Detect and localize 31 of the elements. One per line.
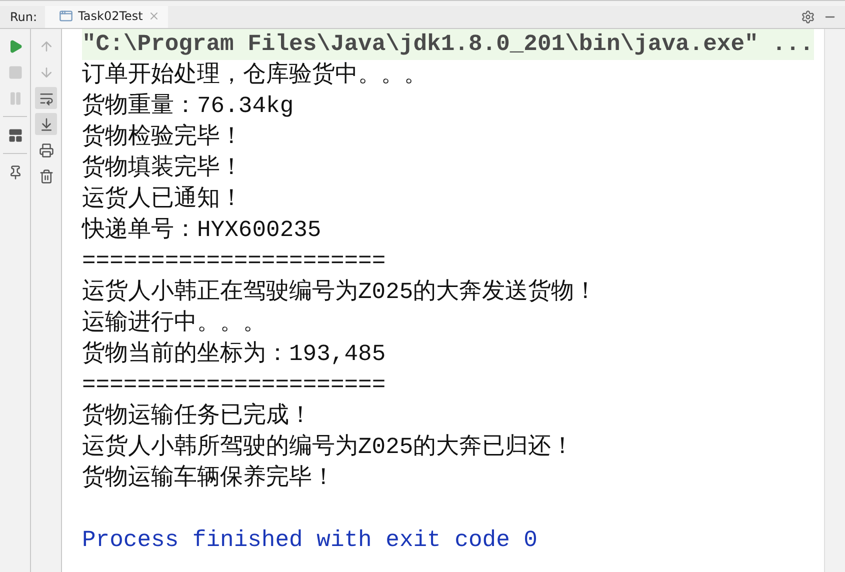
output-line: 运货人小韩正在驾驶编号为Z025的大奔发送货物！ bbox=[82, 278, 598, 307]
output-line: ====================== bbox=[82, 371, 386, 400]
wrap-icon bbox=[38, 90, 54, 106]
pin-icon bbox=[8, 164, 22, 180]
output-line: 货物运输任务已完成！ bbox=[82, 402, 312, 431]
layout-icon bbox=[8, 128, 22, 142]
output-line: 快递单号：HYX600235 bbox=[82, 216, 322, 245]
output-line: 运货人小韩所驾驶的编号为Z025的大奔已归还！ bbox=[82, 432, 574, 462]
output-line: 货物当前的坐标为：193,485 bbox=[82, 340, 386, 369]
console-icon bbox=[59, 9, 74, 23]
output-line: 运货人已通知！ bbox=[82, 185, 243, 214]
output-line: 货物重量：76.34kg bbox=[82, 92, 294, 121]
settings-icon[interactable] bbox=[801, 10, 815, 24]
output-line: 订单开始处理，仓库验货中。。。 bbox=[82, 60, 427, 90]
output-line: 货物检验完毕！ bbox=[82, 122, 243, 152]
output-line: 货物填装完毕！ bbox=[82, 154, 243, 183]
pause-icon bbox=[8, 90, 22, 106]
run-tab[interactable]: Task02Test bbox=[45, 6, 168, 28]
printer-icon bbox=[38, 142, 54, 158]
output-line: 运输进行中。。。 bbox=[82, 309, 266, 338]
down-arrow-icon bbox=[38, 64, 54, 80]
scroll-to-end-button[interactable] bbox=[35, 113, 57, 135]
play-icon bbox=[8, 38, 22, 54]
output-line: ====================== bbox=[82, 247, 386, 276]
scroll-to-end-icon bbox=[38, 116, 54, 132]
trash-icon bbox=[38, 168, 54, 184]
exit-message: Process finished with exit code 0 bbox=[82, 526, 538, 555]
output-line: 货物运输车辆保养完毕！ bbox=[82, 464, 335, 493]
run-label: Run: bbox=[9, 10, 38, 24]
stop-icon bbox=[8, 64, 22, 80]
soft-wrap-button[interactable] bbox=[35, 87, 57, 109]
